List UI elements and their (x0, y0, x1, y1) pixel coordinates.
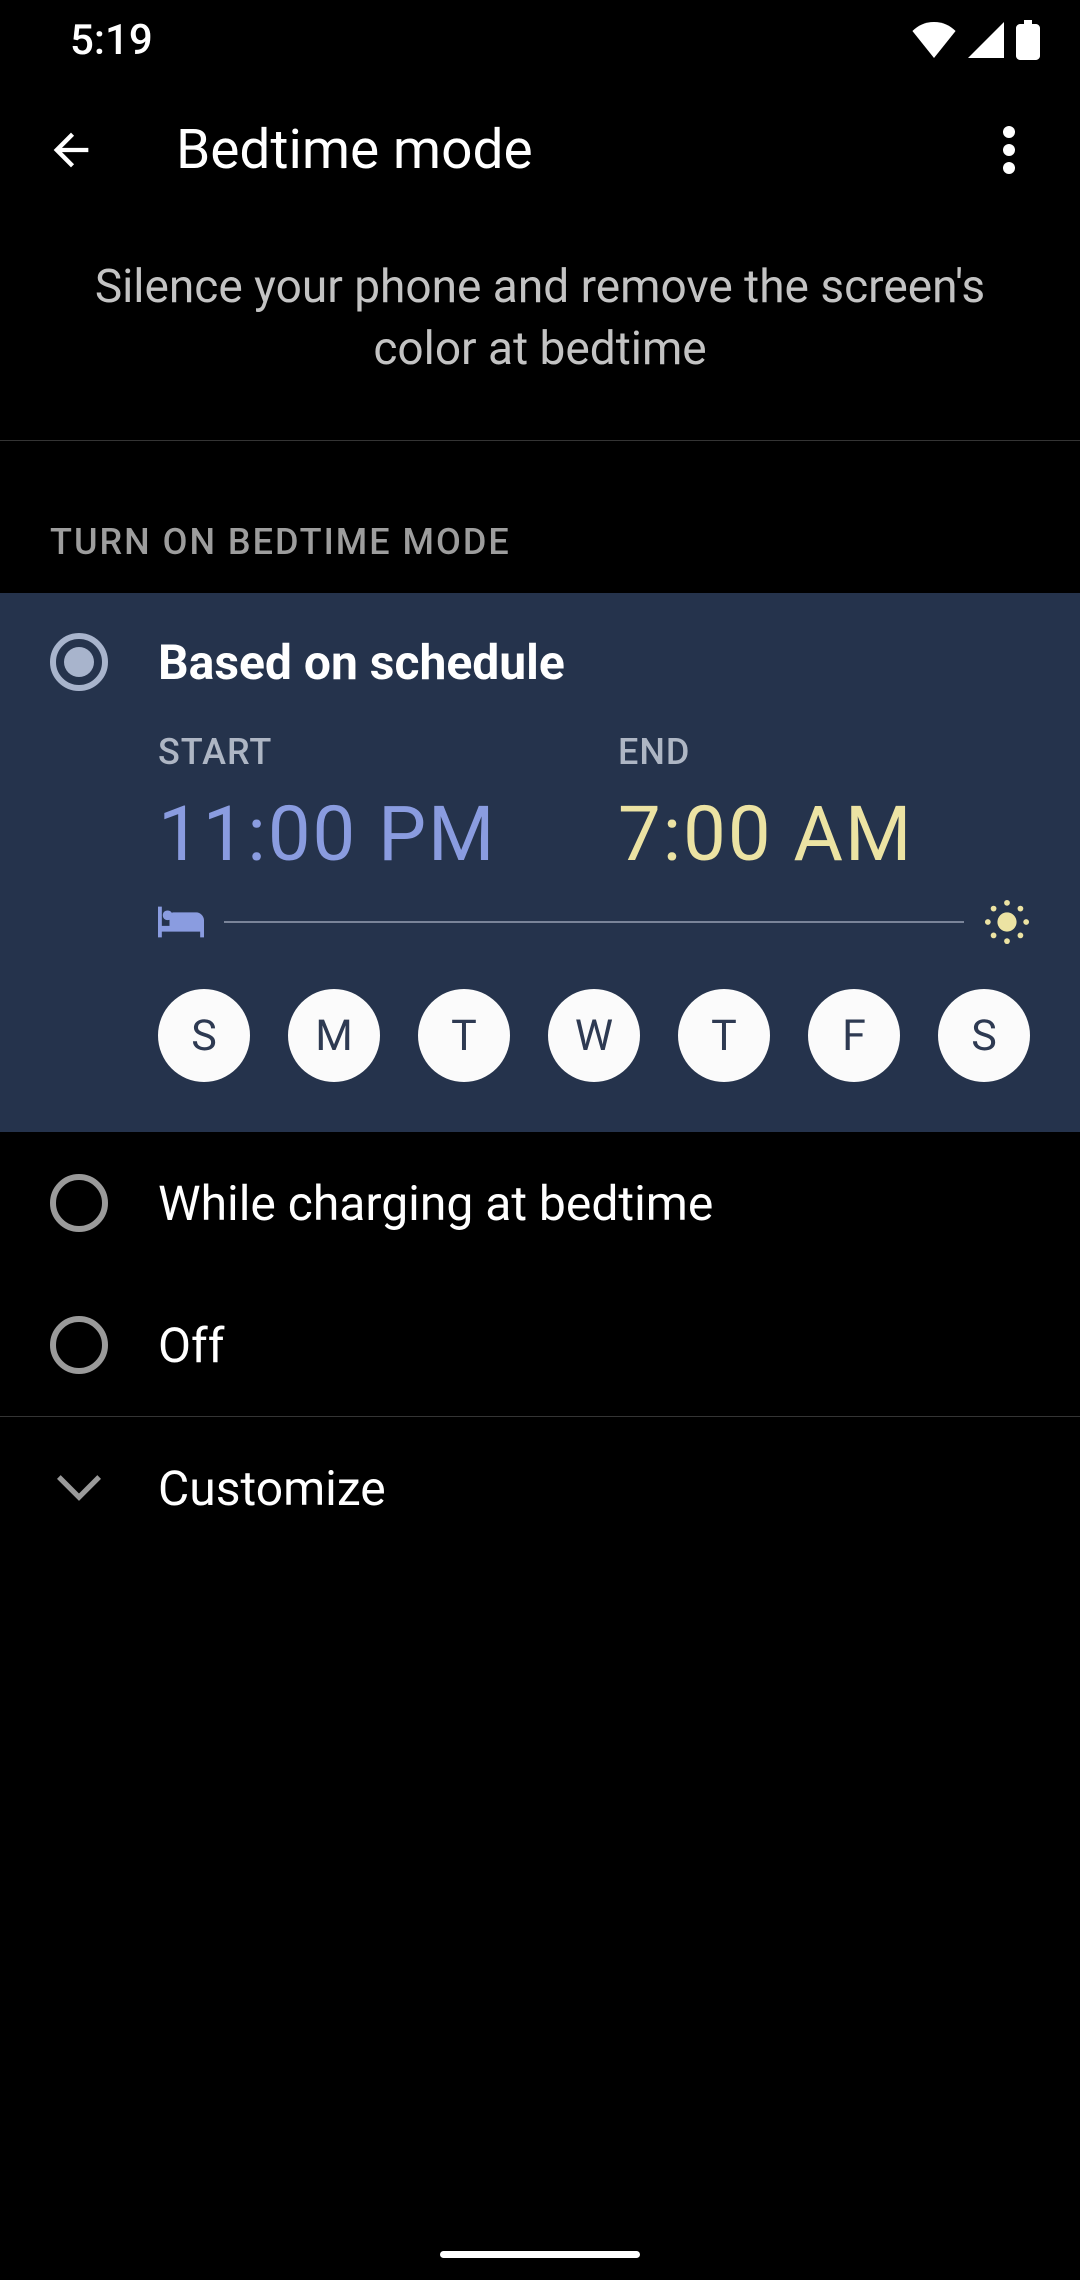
more-options-button[interactable] (964, 105, 1054, 195)
charging-option-row[interactable]: While charging at bedtime (0, 1132, 1080, 1274)
status-time: 5:19 (70, 16, 153, 65)
section-header: TURN ON BEDTIME MODE (0, 441, 1080, 593)
off-radio-label: Off (158, 1317, 224, 1374)
day-friday[interactable]: F (808, 989, 900, 1082)
battery-icon (1016, 20, 1040, 60)
chevron-container (50, 1459, 108, 1517)
start-time-value: 11:00 PM (158, 789, 618, 879)
schedule-option-card[interactable]: Based on schedule START 11:00 PM END 7:0… (0, 593, 1080, 1132)
schedule-radio[interactable] (50, 633, 108, 691)
more-vert-icon (1003, 126, 1015, 174)
timeline (158, 899, 1030, 945)
day-saturday[interactable]: S (938, 989, 1030, 1082)
day-tuesday[interactable]: T (418, 989, 510, 1082)
timeline-line (224, 921, 964, 923)
off-option-row[interactable]: Off (0, 1274, 1080, 1416)
end-time-column[interactable]: END 7:00 AM (618, 731, 1030, 879)
day-monday[interactable]: M (288, 989, 380, 1082)
page-title: Bedtime mode (176, 118, 964, 182)
start-time-column[interactable]: START 11:00 PM (158, 731, 618, 879)
sun-icon (984, 899, 1030, 945)
bed-icon (158, 906, 204, 938)
days-row: S M T W T F S (158, 989, 1030, 1082)
end-label: END (618, 731, 1030, 773)
day-wednesday[interactable]: W (548, 989, 640, 1082)
chevron-down-icon (57, 1474, 101, 1502)
cellular-icon (968, 22, 1004, 58)
status-bar: 5:19 (0, 0, 1080, 80)
time-section: START 11:00 PM END 7:00 AM (158, 731, 1030, 879)
app-bar: Bedtime mode (0, 80, 1080, 220)
status-icons (912, 20, 1040, 60)
page-description: Silence your phone and remove the screen… (0, 220, 1080, 440)
charging-radio[interactable] (50, 1174, 108, 1232)
customize-row[interactable]: Customize (0, 1417, 1080, 1559)
nav-bar-handle[interactable] (440, 2251, 640, 2258)
back-button[interactable] (26, 105, 116, 195)
day-thursday[interactable]: T (678, 989, 770, 1082)
customize-label: Customize (158, 1460, 386, 1517)
schedule-radio-row: Based on schedule (50, 633, 1030, 691)
charging-radio-label: While charging at bedtime (158, 1175, 713, 1232)
wifi-icon (912, 22, 956, 58)
back-arrow-icon (45, 124, 97, 176)
radio-selected-dot (64, 647, 94, 677)
schedule-radio-label: Based on schedule (158, 634, 565, 691)
day-sunday[interactable]: S (158, 989, 250, 1082)
start-label: START (158, 731, 618, 773)
end-time-value: 7:00 AM (618, 789, 1030, 879)
off-radio[interactable] (50, 1316, 108, 1374)
